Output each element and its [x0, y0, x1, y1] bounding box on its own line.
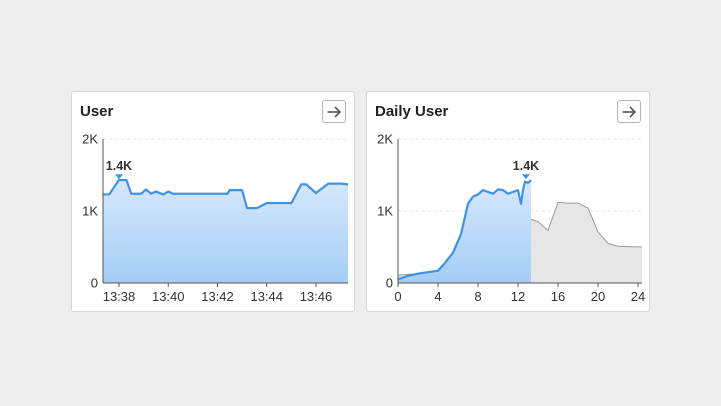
daily-user-card: 0 1K 2K 0 4 8 12 16 20 24 1.4K Daily User — [366, 91, 650, 312]
y-tick-label: 0 — [91, 276, 98, 291]
card-title-user: User — [80, 103, 114, 120]
y-tick-label: 1K — [82, 204, 98, 219]
x-tick-label: 13:40 — [152, 289, 185, 304]
user-card: 0 1K 2K 13:38 13:40 13:42 13:44 13:46 1.4K User — [71, 91, 355, 312]
y-tick-label: 2K — [82, 132, 98, 147]
user-chart: 0 1K 2K 13:38 13:40 13:42 13:44 13:46 1.4K — [82, 132, 349, 304]
x-tick-label: 13:46 — [300, 289, 333, 304]
x-tick-label: 13:44 — [250, 289, 283, 304]
x-tick-label: 13:42 — [201, 289, 234, 304]
arrow-right-icon — [327, 105, 342, 118]
y-tick-label: 2K — [377, 132, 393, 147]
peak-label: 1.4K — [513, 159, 539, 173]
x-tick-label: 20 — [591, 289, 605, 304]
x-tick-label: 8 — [474, 289, 481, 304]
y-tick-label: 1K — [377, 204, 393, 219]
peak-label: 1.4K — [106, 159, 132, 173]
daily-user-chart: 0 1K 2K 0 4 8 12 16 20 24 1.4K — [377, 132, 645, 305]
card-title-daily-user: Daily User — [375, 103, 449, 120]
x-tick-label: 12 — [511, 289, 525, 304]
open-daily-user-button[interactable] — [617, 100, 641, 123]
open-user-button[interactable] — [322, 100, 346, 123]
series-area — [103, 180, 348, 283]
x-tick-label: 0 — [394, 289, 401, 304]
peak-marker — [522, 174, 530, 180]
x-tick-label: 13:38 — [103, 289, 136, 304]
y-tick-label: 0 — [386, 276, 393, 291]
series-area — [398, 180, 531, 283]
x-tick-label: 16 — [551, 289, 565, 304]
arrow-right-icon — [622, 105, 637, 118]
peak-marker — [115, 174, 124, 180]
x-tick-label: 24 — [631, 289, 645, 304]
x-tick-label: 4 — [434, 289, 441, 304]
